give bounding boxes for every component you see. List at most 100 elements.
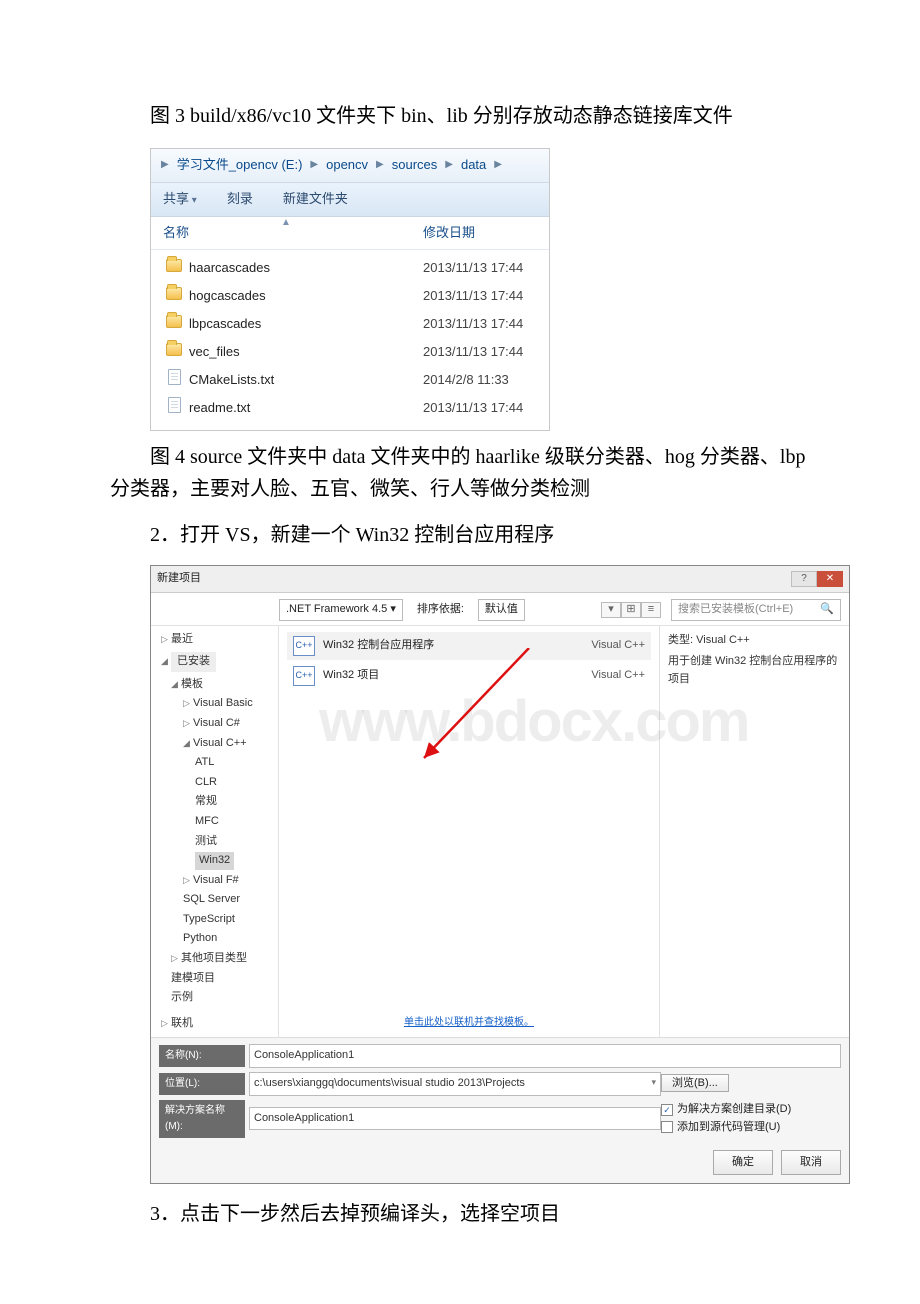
- sort-asc-icon: ▲: [281, 215, 291, 231]
- item-name: haarcascades: [189, 258, 423, 279]
- template-list: www.bdocx.com C++ Win32 控制台应用程序 Visual C…: [279, 626, 659, 1038]
- checkbox-checked-icon: ✓: [661, 1104, 673, 1116]
- template-lang: Visual C++: [585, 637, 645, 655]
- project-fields: 名称(N): ConsoleApplication1 位置(L): c:\use…: [151, 1037, 849, 1143]
- file-icon: [165, 369, 183, 392]
- console-app-icon: C++: [293, 636, 315, 656]
- solution-name-label: 解决方案名称(M):: [159, 1100, 245, 1138]
- list-item[interactable]: readme.txt 2013/11/13 17:44: [165, 394, 539, 422]
- tree-modeling[interactable]: 建模项目: [171, 972, 215, 984]
- search-placeholder: 搜索已安装模板(Ctrl+E): [678, 601, 793, 619]
- help-button[interactable]: ?: [791, 571, 817, 587]
- view-medium-icon[interactable]: ⊞: [621, 602, 641, 618]
- address-bar[interactable]: ▶ 学习文件_opencv (E:) ▶ opencv ▶ sources ▶ …: [151, 149, 549, 183]
- item-name: lbpcascades: [189, 314, 423, 335]
- tree-vb[interactable]: Visual Basic: [193, 697, 253, 709]
- tree-cpp-test[interactable]: 测试: [195, 835, 217, 847]
- col-modified[interactable]: 修改日期: [423, 223, 475, 244]
- tree-cpp[interactable]: Visual C++: [193, 737, 247, 749]
- item-name: hogcascades: [189, 286, 423, 307]
- chevron-right-icon: ▶: [494, 157, 502, 173]
- step2-text: 2．打开 VS，新建一个 Win32 控制台应用程序: [110, 519, 810, 551]
- addr-seg-2[interactable]: sources: [392, 155, 438, 176]
- step3-text: 3．点击下一步然后去掉预编译头，选择空项目: [110, 1198, 810, 1230]
- folder-icon: [165, 342, 183, 363]
- item-date: 2013/11/13 17:44: [423, 258, 523, 279]
- dialog-titlebar[interactable]: 新建项目 ? ✕: [151, 566, 849, 593]
- tree-cs[interactable]: Visual C#: [193, 717, 240, 729]
- item-date: 2013/11/13 17:44: [423, 286, 523, 307]
- template-name: Win32 项目: [323, 667, 577, 685]
- item-name: CMakeLists.txt: [189, 370, 423, 391]
- cancel-button[interactable]: 取消: [781, 1150, 841, 1176]
- tree-recent[interactable]: 最近: [171, 633, 193, 645]
- sort-select[interactable]: 默认值: [478, 599, 525, 621]
- folder-icon: [165, 258, 183, 279]
- ok-button[interactable]: 确定: [713, 1150, 773, 1176]
- tree-online[interactable]: 联机: [171, 1017, 193, 1029]
- template-lang: Visual C++: [585, 667, 645, 685]
- solution-name-field[interactable]: ConsoleApplication1: [249, 1107, 661, 1131]
- template-name: Win32 控制台应用程序: [323, 637, 577, 655]
- tree-cpp-atl[interactable]: ATL: [195, 756, 214, 768]
- list-item[interactable]: lbpcascades 2013/11/13 17:44: [165, 310, 539, 338]
- close-button[interactable]: ✕: [817, 571, 843, 587]
- browse-button[interactable]: 浏览(B)...: [661, 1074, 729, 1092]
- tree-ts[interactable]: TypeScript: [183, 913, 235, 925]
- burn-button[interactable]: 刻录: [227, 189, 253, 210]
- tree-py[interactable]: Python: [183, 932, 217, 944]
- list-item[interactable]: vec_files 2013/11/13 17:44: [165, 338, 539, 366]
- item-date: 2013/11/13 17:44: [423, 342, 523, 363]
- fig3-caption: 图 3 build/x86/vc10 文件夹下 bin、lib 分别存放动态静态…: [110, 100, 810, 132]
- column-headers[interactable]: ▲ 名称 修改日期: [151, 217, 549, 251]
- item-date: 2013/11/13 17:44: [423, 314, 523, 335]
- share-button[interactable]: 共享: [163, 189, 197, 210]
- folder-icon: [165, 314, 183, 335]
- tree-sql[interactable]: SQL Server: [183, 893, 240, 905]
- chevron-right-icon: ▶: [445, 157, 453, 173]
- item-name: vec_files: [189, 342, 423, 363]
- location-field[interactable]: c:\users\xianggq\documents\visual studio…: [249, 1072, 661, 1096]
- template-item-win32[interactable]: C++ Win32 项目 Visual C++: [287, 662, 651, 690]
- search-icon: 🔍: [820, 601, 834, 619]
- framework-value: .NET Framework 4.5: [286, 603, 387, 615]
- location-label: 位置(L):: [159, 1073, 245, 1095]
- list-item[interactable]: CMakeLists.txt 2014/2/8 11:33: [165, 366, 539, 394]
- view-small-icon[interactable]: ▾: [601, 602, 621, 618]
- tree-cpp-mfc[interactable]: MFC: [195, 815, 219, 827]
- tree-cpp-win32[interactable]: Win32: [195, 852, 234, 870]
- tree-cpp-clr[interactable]: CLR: [195, 776, 217, 788]
- list-item[interactable]: haarcascades 2013/11/13 17:44: [165, 254, 539, 282]
- tree-other[interactable]: 其他项目类型: [181, 952, 247, 964]
- toolbar: 共享 刻录 新建文件夹: [151, 183, 549, 217]
- framework-select[interactable]: .NET Framework 4.5 ▾: [279, 599, 403, 621]
- add-scc-checkbox[interactable]: 添加到源代码管理(U): [661, 1119, 841, 1137]
- win32-project-icon: C++: [293, 666, 315, 686]
- tree-templates[interactable]: 模板: [181, 678, 203, 690]
- search-input[interactable]: 搜索已安装模板(Ctrl+E) 🔍: [671, 599, 841, 621]
- online-templates-link[interactable]: 单击此处以联机并查找模板。: [404, 1015, 534, 1031]
- create-dir-checkbox[interactable]: ✓ 为解决方案创建目录(D): [661, 1101, 841, 1119]
- checkbox-icon: [661, 1121, 673, 1133]
- tree-samples[interactable]: 示例: [171, 991, 193, 1003]
- addr-seg-1[interactable]: opencv: [326, 155, 368, 176]
- list-item[interactable]: hogcascades 2013/11/13 17:44: [165, 282, 539, 310]
- name-field[interactable]: ConsoleApplication1: [249, 1044, 841, 1068]
- explorer-window: ▶ 学习文件_opencv (E:) ▶ opencv ▶ sources ▶ …: [150, 148, 550, 431]
- template-tree[interactable]: ▷最近 ◢已安装 ◢模板 ▷Visual Basic ▷Visual C# ◢V…: [151, 626, 279, 1038]
- filter-bar: .NET Framework 4.5 ▾ 排序依据: 默认值 ▾ ⊞ ≡ 搜索已…: [151, 593, 849, 626]
- col-name[interactable]: 名称: [163, 223, 423, 244]
- type-value: Visual C++: [696, 634, 750, 646]
- addr-seg-0[interactable]: 学习文件_opencv (E:): [177, 155, 303, 176]
- tree-cpp-general[interactable]: 常规: [195, 795, 217, 807]
- file-icon: [165, 397, 183, 420]
- tree-installed[interactable]: 已安装: [171, 652, 216, 672]
- type-description: 用于创建 Win32 控制台应用程序的项目: [668, 653, 841, 688]
- template-item-console[interactable]: C++ Win32 控制台应用程序 Visual C++: [287, 632, 651, 660]
- view-list-icon[interactable]: ≡: [641, 602, 661, 618]
- tree-fs[interactable]: Visual F#: [193, 874, 239, 886]
- addr-seg-3[interactable]: data: [461, 155, 486, 176]
- item-date: 2014/2/8 11:33: [423, 370, 509, 391]
- new-folder-button[interactable]: 新建文件夹: [283, 189, 348, 210]
- new-project-dialog: 新建项目 ? ✕ .NET Framework 4.5 ▾ 排序依据: 默认值 …: [150, 565, 850, 1184]
